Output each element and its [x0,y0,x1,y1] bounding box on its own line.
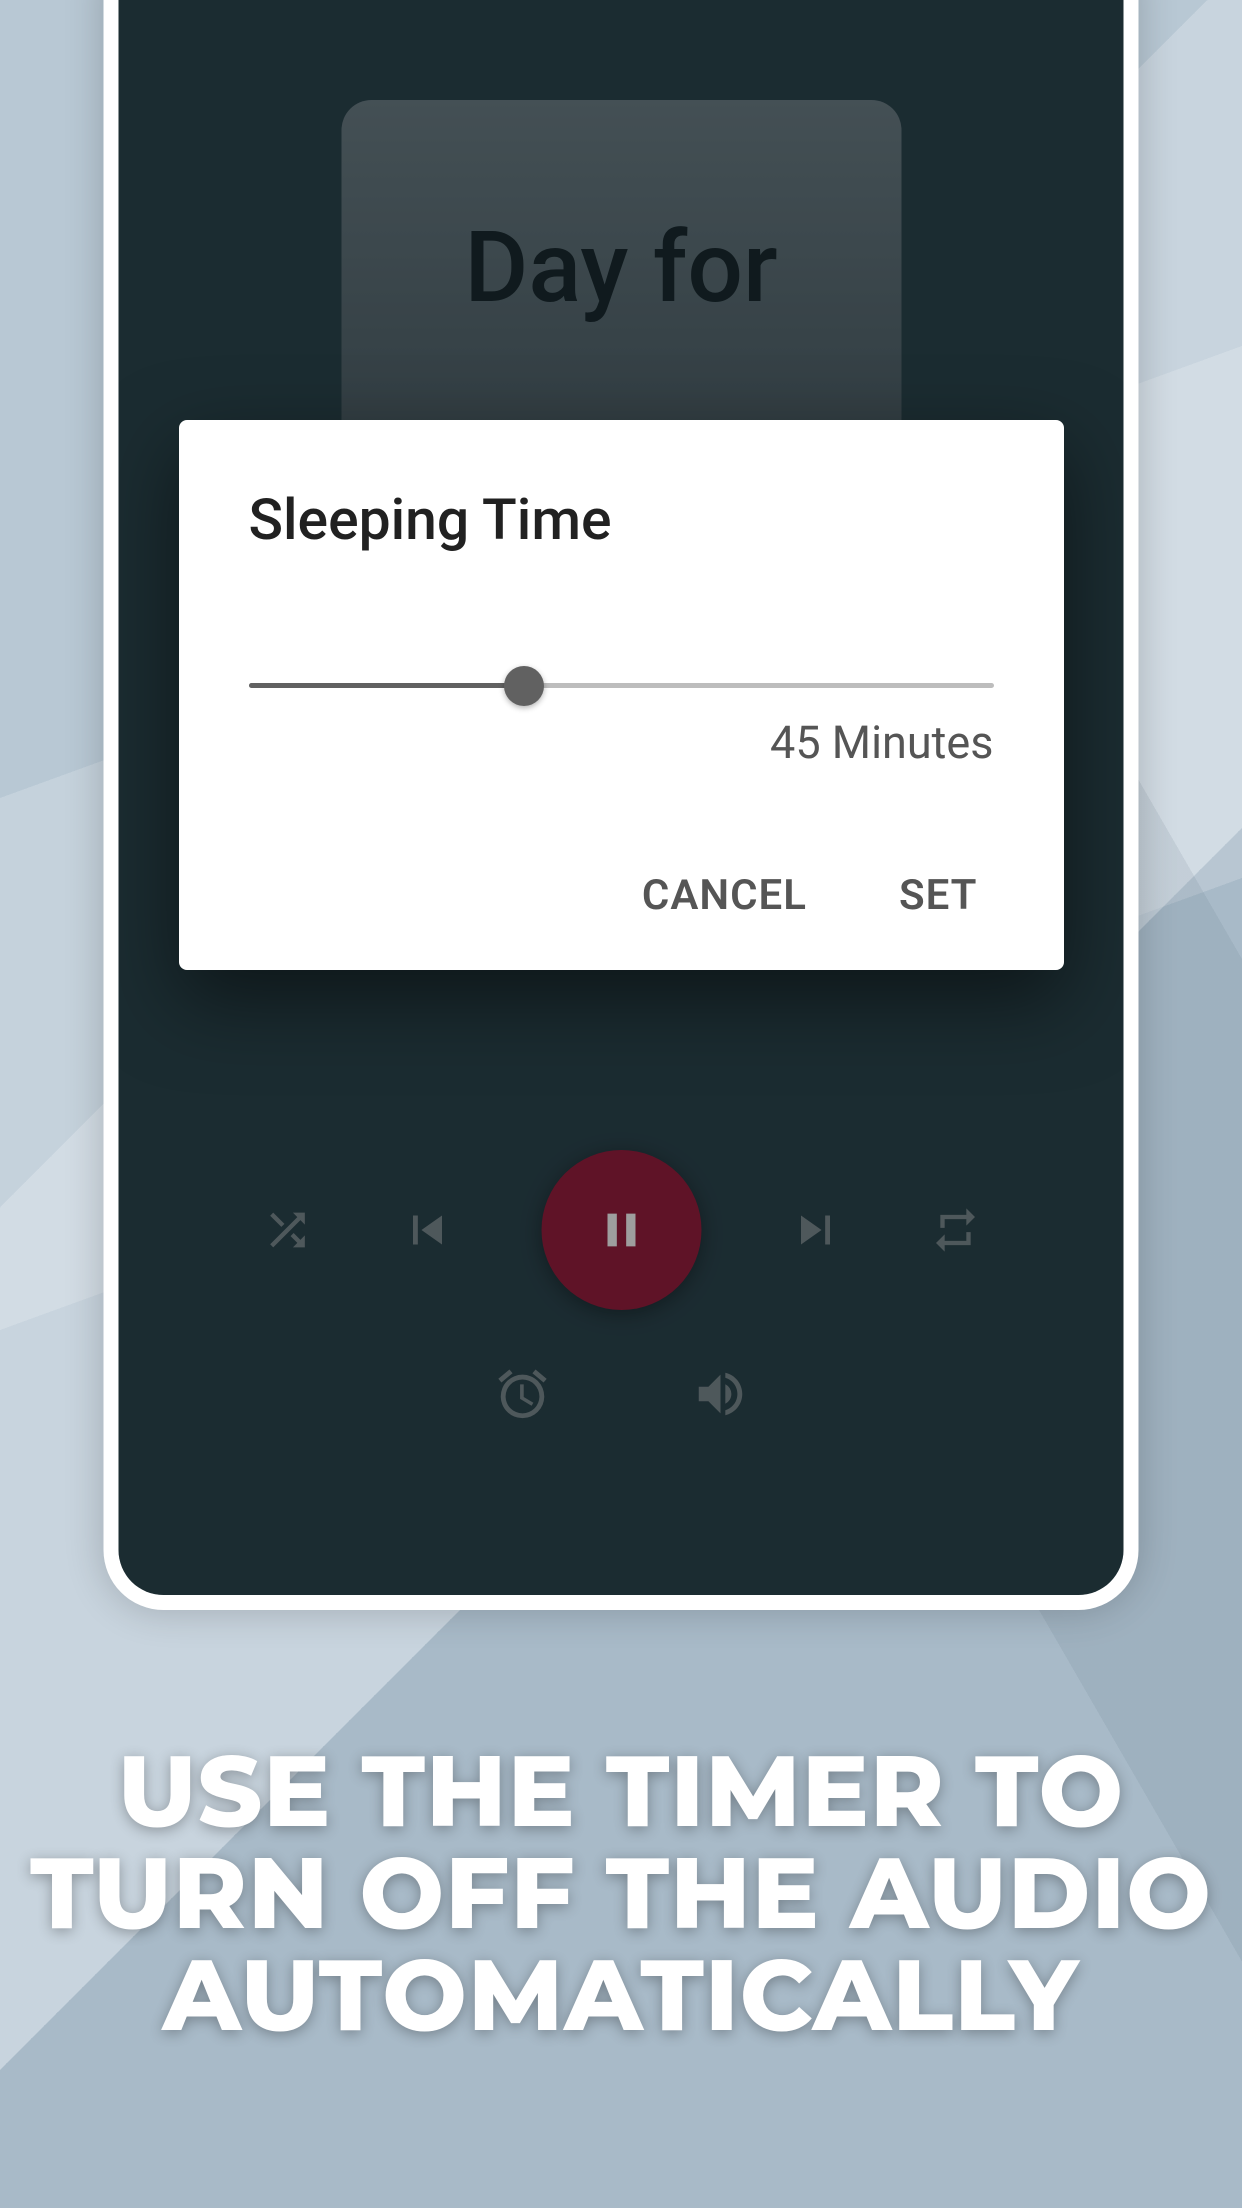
set-button[interactable]: SET [883,859,994,932]
dialog-actions: CANCEL SET [249,859,994,932]
sleep-timer-slider[interactable] [249,683,994,688]
sleep-timer-dialog: Sleeping Time 45 Minutes CANCEL SET [179,420,1064,970]
slider-track [249,683,994,688]
dialog-title: Sleeping Time [249,486,994,553]
phone-screen: Day for Praise [119,0,1124,1595]
slider-value-label: 45 Minutes [249,716,994,769]
cancel-button[interactable]: CANCEL [626,859,823,932]
promo-headline: USE THE TIMER TO TURN OFF THE AUDIO AUTO… [30,1740,1212,2046]
slider-thumb[interactable] [504,666,544,706]
slider-fill [249,683,525,688]
phone-frame: Day for Praise [104,0,1139,1610]
